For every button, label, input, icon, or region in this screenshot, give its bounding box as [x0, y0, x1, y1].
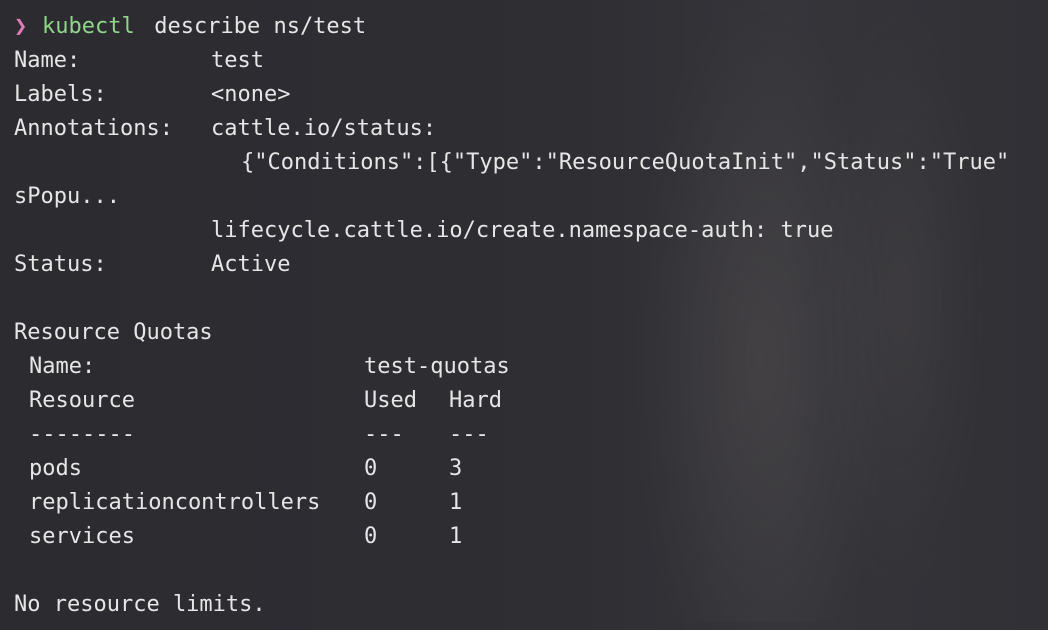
annotation-1-key: cattle.io/status: — [211, 116, 437, 141]
separator-used: --- — [364, 422, 404, 447]
describe-name-row: Name: test — [0, 44, 1048, 78]
annotations-label: Annotations: — [14, 116, 173, 141]
name-value: test — [211, 48, 264, 73]
annotation-1-value-row: {"Conditions":[{"Type":"ResourceQuotaIni… — [0, 146, 1048, 180]
annotation-1-wrap: sPopu... — [14, 184, 120, 209]
annotation-2-row: lifecycle.cattle.io/create.namespace-aut… — [0, 214, 1048, 248]
separator-hard: --- — [449, 422, 489, 447]
row-hard: 1 — [449, 524, 463, 549]
describe-annotations-row: Annotations: cattle.io/status: — [0, 112, 1048, 146]
column-resource: Resource — [29, 388, 135, 413]
prompt-icon: ❯ — [14, 14, 28, 39]
status-label: Status: — [14, 252, 107, 277]
command-line: ❯ kubectl describe ns/test — [0, 10, 1048, 44]
table-row: replicationcontrollers 0 1 — [0, 486, 1048, 520]
quota-name-row: Name: test-quotas — [0, 350, 1048, 384]
command-name: kubectl — [42, 14, 135, 39]
status-value: Active — [211, 252, 291, 277]
quota-name-value: test-quotas — [364, 354, 510, 379]
row-resource: pods — [29, 456, 82, 481]
table-row: services 0 1 — [0, 520, 1048, 554]
row-hard: 1 — [449, 490, 463, 515]
quotas-heading-row: Resource Quotas — [0, 316, 1048, 350]
row-hard: 3 — [449, 456, 463, 481]
separator-resource: -------- — [29, 422, 135, 447]
column-hard: Hard — [449, 388, 502, 413]
table-row: pods 0 3 — [0, 452, 1048, 486]
row-used: 0 — [364, 490, 378, 515]
command-args: describe ns/test — [141, 14, 367, 39]
annotation-2: lifecycle.cattle.io/create.namespace-aut… — [211, 218, 834, 243]
annotation-1-value: {"Conditions":[{"Type":"ResourceQuotaIni… — [241, 150, 1010, 175]
name-label: Name: — [14, 48, 81, 73]
quota-table-header: Resource Used Hard — [0, 384, 1048, 418]
terminal-output: ❯ kubectl describe ns/test Name: test La… — [0, 0, 1048, 630]
describe-labels-row: Labels: <none> — [0, 78, 1048, 112]
labels-label: Labels: — [14, 82, 107, 107]
row-resource: services — [29, 524, 135, 549]
row-used: 0 — [364, 456, 378, 481]
quota-table-separator: -------- --- --- — [0, 418, 1048, 452]
quotas-heading: Resource Quotas — [14, 320, 213, 345]
quota-name-label: Name: — [29, 354, 96, 379]
column-used: Used — [364, 388, 417, 413]
describe-status-row: Status: Active — [0, 248, 1048, 282]
annotation-1-wrap-row: sPopu... — [0, 180, 1048, 214]
labels-value: <none> — [211, 82, 291, 107]
row-used: 0 — [364, 524, 378, 549]
row-resource: replicationcontrollers — [29, 490, 321, 515]
limits-row: No resource limits. — [0, 588, 1048, 622]
limits-text: No resource limits. — [14, 592, 266, 617]
